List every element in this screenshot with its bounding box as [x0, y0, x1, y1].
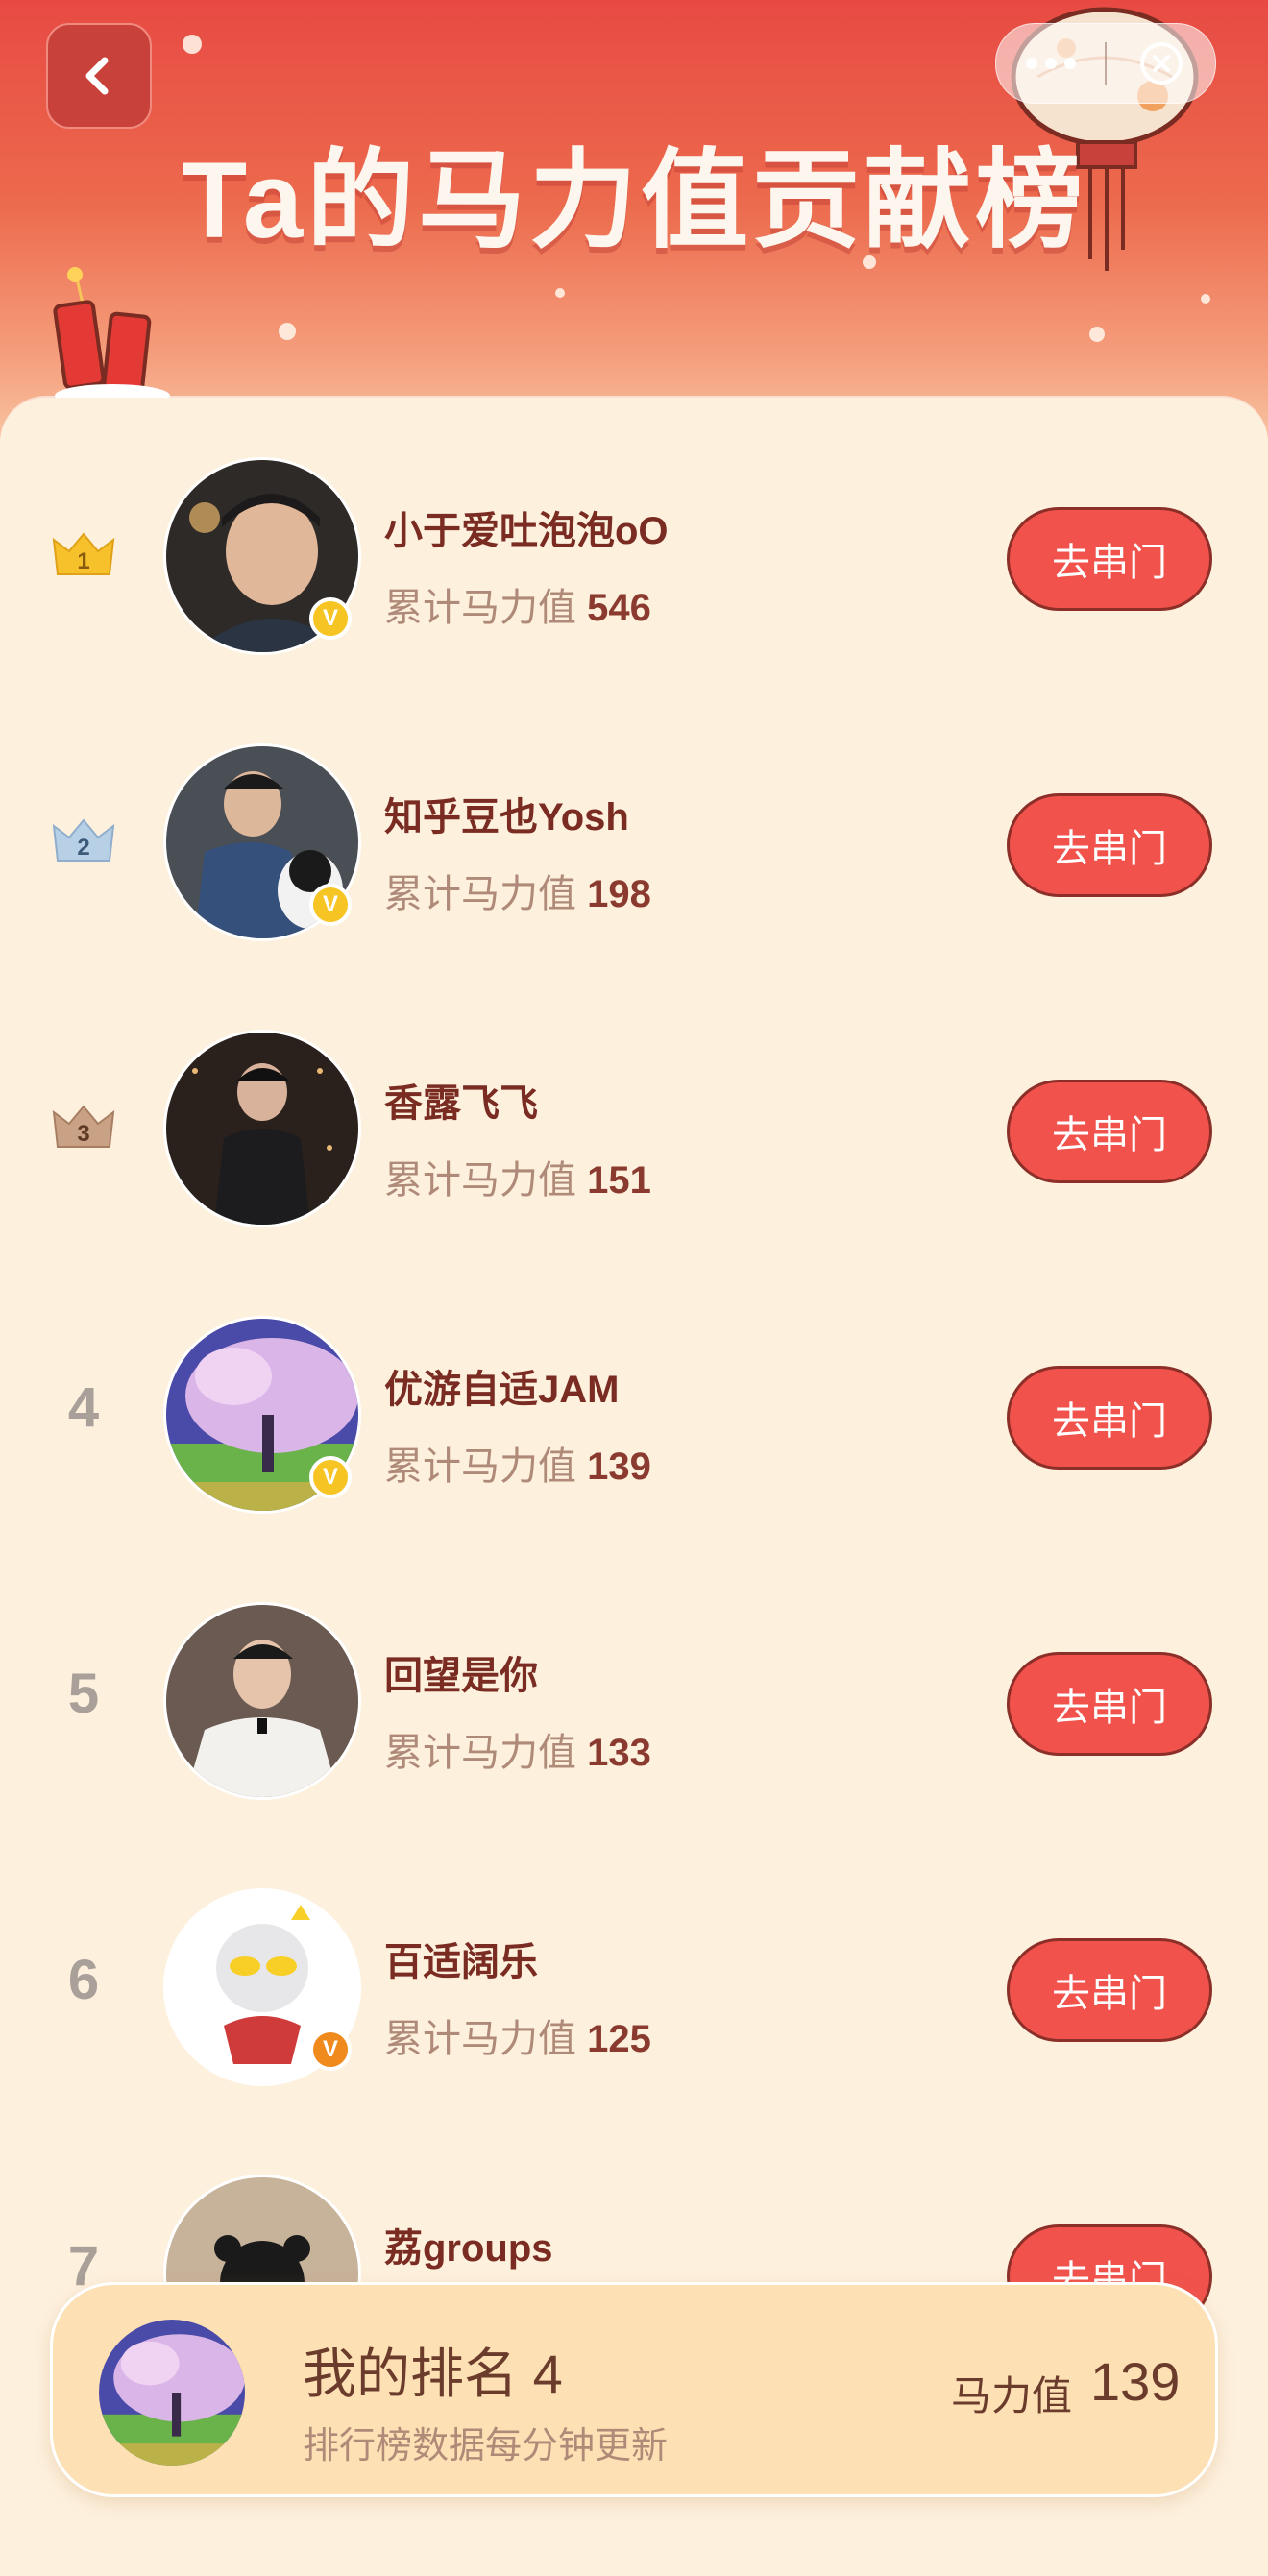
power-label: 累计马力值: [384, 2018, 576, 2060]
list-item: 3 香露飞飞 累计马力值 151 去串门: [0, 1020, 1268, 1306]
list-item: 1 V 小于爱吐泡泡oO 累计马力值 546 去串门: [0, 448, 1268, 734]
visit-button[interactable]: 去串门: [1007, 793, 1212, 897]
power-label: 累计马力值: [384, 587, 576, 629]
power-value-line: 累计马力值 139: [384, 1435, 651, 1491]
list-item: 2 V 知乎豆也Yosh 累计马力值 198 去串门: [0, 734, 1268, 1020]
user-name[interactable]: 回望是你: [384, 1644, 538, 1700]
chevron-left-icon: [85, 57, 109, 95]
power-value: 151: [587, 1159, 651, 1202]
avatar[interactable]: [163, 1030, 361, 1227]
power-value: 198: [587, 873, 651, 915]
my-rank-value: 4: [532, 2344, 563, 2404]
my-rank-text: 我的排名 4: [303, 2331, 563, 2409]
snow-dot: [1201, 294, 1210, 304]
power-value: 546: [587, 587, 651, 629]
update-note: 排行榜数据每分钟更新: [303, 2426, 669, 2467]
crown-silver-icon: 2: [52, 818, 115, 862]
verified-badge-icon: V: [309, 2029, 352, 2071]
user-name[interactable]: 香露飞飞: [384, 1072, 538, 1128]
close-button[interactable]: [1107, 24, 1215, 103]
power-value: 125: [587, 2018, 651, 2060]
verified-badge-icon: V: [309, 884, 352, 926]
power-value: 133: [587, 1732, 651, 1774]
snow-dot: [1089, 327, 1105, 342]
more-button[interactable]: [996, 24, 1105, 103]
avatar-image: [166, 1605, 358, 1797]
user-name[interactable]: 小于爱吐泡泡oO: [384, 499, 669, 555]
close-circle-icon: [1139, 42, 1183, 85]
mini-program-capsule: [995, 23, 1216, 104]
rank-number: 6: [67, 1949, 100, 2011]
user-name[interactable]: 荔groups: [384, 2217, 553, 2272]
avatar-image: [99, 2320, 245, 2466]
svg-text:1: 1: [77, 548, 89, 574]
power-value-line: 累计马力值 546: [384, 576, 651, 632]
snow-dot: [279, 323, 296, 340]
power-label: 累计马力值: [384, 1732, 576, 1774]
list-item: 5 回望是你 累计马力值 133 去串门: [0, 1592, 1268, 1879]
my-power-value: 139: [1090, 2351, 1181, 2412]
user-name[interactable]: 优游自适JAM: [384, 1358, 619, 1414]
visit-button[interactable]: 去串门: [1007, 1366, 1212, 1470]
power-value-line: 累计马力值 125: [384, 2007, 651, 2063]
power-label: 累计马力值: [384, 1446, 576, 1488]
visit-button[interactable]: 去串门: [1007, 507, 1212, 611]
more-dots-icon: [1025, 58, 1076, 69]
crown-bronze-icon: 3: [52, 1105, 115, 1148]
verified-badge-icon: V: [309, 1456, 352, 1498]
user-name[interactable]: 百适阔乐: [384, 1931, 538, 1986]
avatar-image: [166, 1033, 358, 1225]
power-value: 139: [587, 1446, 651, 1488]
svg-text:3: 3: [77, 1121, 89, 1147]
power-label: 累计马力值: [384, 873, 576, 915]
verified-badge-icon: V: [309, 597, 352, 640]
my-rank-label: 我的排名: [303, 2344, 518, 2404]
firecracker-icon: [53, 267, 170, 407]
rank-number: 4: [67, 1376, 100, 1439]
user-name[interactable]: 知乎豆也Yosh: [384, 786, 629, 841]
header: Ta的马力值贡献榜: [0, 0, 1268, 451]
power-label: 累计马力值: [384, 1159, 576, 1202]
snow-dot: [555, 288, 565, 298]
visit-button[interactable]: 去串门: [1007, 1938, 1212, 2042]
snow-dot: [183, 35, 202, 54]
power-value-line: 累计马力值 151: [384, 1149, 651, 1204]
list-item: 6 V 百适阔乐 累计马力值 125 去串门: [0, 1879, 1268, 2165]
avatar[interactable]: [163, 1602, 361, 1800]
page-title: Ta的马力值贡献榜: [181, 140, 1087, 260]
my-power-label: 马力值: [951, 2373, 1073, 2418]
power-value-line: 累计马力值 198: [384, 863, 651, 918]
visit-button[interactable]: 去串门: [1007, 1080, 1212, 1183]
my-avatar: [99, 2320, 245, 2466]
crown-gold-icon: 1: [52, 532, 115, 575]
svg-text:2: 2: [77, 835, 89, 861]
my-rank-bar: 我的排名 4 排行榜数据每分钟更新 马力值 139: [50, 2282, 1218, 2497]
leaderboard-card: 1 V 小于爱吐泡泡oO 累计马力值 546 去串门 2 V 知乎豆也Yosh …: [0, 398, 1268, 2576]
list-item: 4 V 优游自适JAM 累计马力值 139 去串门: [0, 1306, 1268, 1592]
power-value-line: 累计马力值 133: [384, 1721, 651, 1777]
rank-number: 5: [67, 1663, 100, 1725]
visit-button[interactable]: 去串门: [1007, 1652, 1212, 1756]
